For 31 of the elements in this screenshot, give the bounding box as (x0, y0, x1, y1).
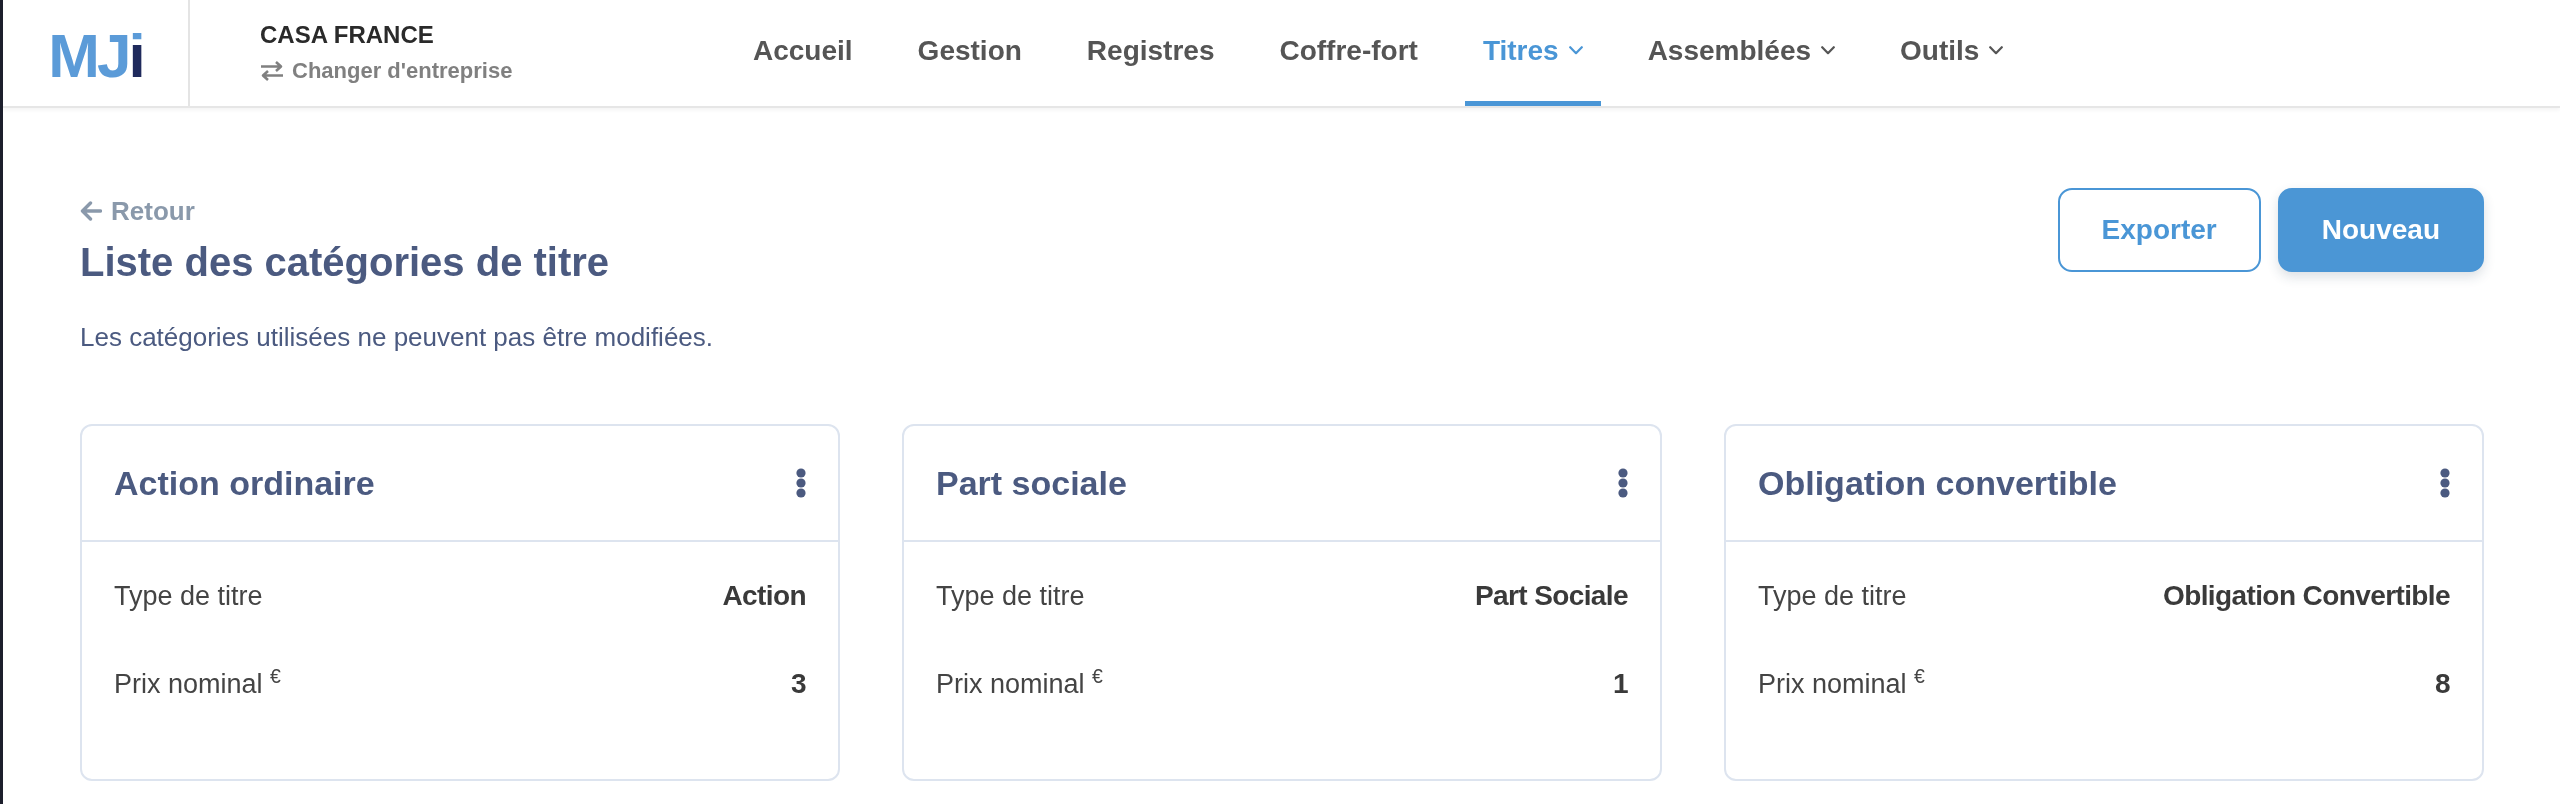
nav-tab[interactable]: Accueil (735, 0, 871, 106)
nav-tab[interactable]: Gestion (899, 0, 1040, 106)
swap-arrows-icon (260, 61, 284, 81)
nav-tab[interactable]: Coffre-fort (1261, 0, 1436, 106)
field-label: Type de titre (1758, 580, 1907, 613)
card-title: Obligation convertible (1758, 463, 2117, 503)
field-label: Prix nominal $^{€}$ (114, 666, 281, 701)
more-vertical-icon[interactable] (1618, 468, 1628, 498)
field-label: Type de titre (936, 580, 1085, 613)
nav-tab[interactable]: Outils (1882, 0, 2022, 106)
field-label: Prix nominal $^{€}$ (936, 666, 1103, 701)
info-text: Les catégories utilisées ne peuvent pas être modifiées. (80, 321, 714, 353)
arrow-left-icon (80, 201, 102, 221)
card-title: Action ordinaire (114, 463, 375, 503)
field-value: Action (722, 579, 806, 613)
nav-tab[interactable]: Registres (1068, 0, 1233, 106)
field-label: Prix nominal $^{€}$ (1758, 666, 1925, 701)
field-value: Obligation Convertible (2162, 579, 2450, 613)
page-title: Liste des catégories de titre (80, 239, 610, 286)
logo: MJi (48, 20, 143, 87)
company-name: CASA FRANCE (260, 21, 434, 49)
field-value: Part Sociale (1474, 579, 1628, 613)
switch-company-link[interactable]: Changer d'entreprise (260, 57, 513, 85)
field-value: 8 (2435, 667, 2450, 701)
nav-tab[interactable]: Assemblées (1629, 0, 1854, 106)
more-vertical-icon[interactable] (796, 468, 806, 498)
field-value: 1 (1613, 667, 1628, 701)
more-vertical-icon[interactable] (2440, 468, 2450, 498)
card-title: Part sociale (936, 463, 1127, 503)
field-value: 3 (791, 667, 806, 701)
field-label: Type de titre (114, 580, 263, 613)
